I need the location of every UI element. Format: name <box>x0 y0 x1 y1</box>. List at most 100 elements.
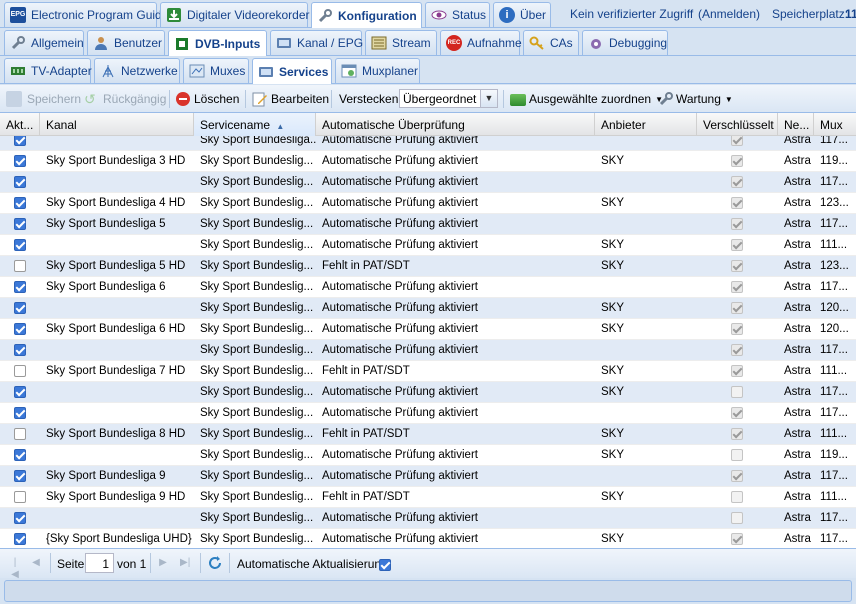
cell-mux[interactable]: 117... <box>814 466 856 487</box>
active-checkbox[interactable] <box>14 281 26 293</box>
active-checkbox[interactable] <box>14 491 26 503</box>
cell-provider[interactable]: SKY <box>595 298 697 319</box>
tab-services[interactable]: Services <box>252 58 332 84</box>
cell-servicename[interactable]: Sky Sport Bundeslig... <box>194 487 316 508</box>
cell-servicename[interactable]: Sky Sport Bundeslig... <box>194 466 316 487</box>
cell-auto-check[interactable]: Automatische Prüfung aktiviert <box>316 235 595 256</box>
cell-mux[interactable]: 117... <box>814 277 856 298</box>
active-checkbox[interactable] <box>14 176 26 188</box>
cell-auto-check[interactable]: Automatische Prüfung aktiviert <box>316 466 595 487</box>
cell-auto-check[interactable]: Fehlt in PAT/SDT <box>316 361 595 382</box>
cell-kanal[interactable] <box>40 403 194 424</box>
cell-mux[interactable]: 117... <box>814 382 856 403</box>
cell-network[interactable]: Astra <box>778 487 814 508</box>
last-page-icon[interactable]: ▶| <box>180 557 190 569</box>
cell-provider[interactable]: SKY <box>595 319 697 340</box>
tab-debugging[interactable]: Debugging <box>582 30 668 55</box>
cell-provider[interactable] <box>595 340 697 361</box>
cell-mux[interactable]: 111... <box>814 424 856 445</box>
cell-servicename[interactable]: Sky Sport Bundeslig... <box>194 214 316 235</box>
table-row[interactable]: Sky Sport Bundeslig... Automatische Prüfu… <box>0 340 856 361</box>
cell-servicename[interactable]: Sky Sport Bundeslig... <box>194 319 316 340</box>
tab-allgemein[interactable]: Allgemein <box>4 30 84 55</box>
table-row[interactable]: {Sky Sport Bundesliga UHD} Sky Sport Bund… <box>0 529 856 548</box>
cell-servicename[interactable]: Sky Sport Bundeslig... <box>194 424 316 445</box>
active-checkbox[interactable] <box>14 533 26 545</box>
cell-network[interactable]: Astra <box>778 340 814 361</box>
tab-tv-adapter[interactable]: TV-Adapter <box>4 58 92 83</box>
cell-servicename[interactable]: Sky Sport Bundeslig... <box>194 382 316 403</box>
table-row[interactable]: Sky Sport Bundeslig... Automatische Prüfu… <box>0 382 856 403</box>
cell-auto-check[interactable]: Automatische Prüfung aktiviert <box>316 340 595 361</box>
table-row[interactable]: Sky Sport Bundesliga 4 HD Sky Sport Bunde… <box>0 193 856 214</box>
cell-servicename[interactable]: Sky Sport Bundeslig... <box>194 298 316 319</box>
prev-page-icon[interactable]: ◀ <box>31 557 41 569</box>
cell-auto-check[interactable]: Fehlt in PAT/SDT <box>316 487 595 508</box>
tab-muxplaner[interactable]: Muxplaner <box>335 58 420 83</box>
tab-epg[interactable]: EPG Electronic Program Guide <box>4 2 168 27</box>
cell-auto-check[interactable]: Automatische Prüfung aktiviert <box>316 403 595 424</box>
cell-provider[interactable] <box>595 214 697 235</box>
cell-network[interactable]: Astra <box>778 508 814 529</box>
cell-mux[interactable]: 117... <box>814 403 856 424</box>
cell-mux[interactable]: 111... <box>814 235 856 256</box>
cell-network[interactable]: Astra <box>778 529 814 548</box>
tab-kanal-epg[interactable]: Kanal / EPG <box>270 30 363 55</box>
cell-servicename[interactable]: Sky Sport Bundeslig... <box>194 445 316 466</box>
col-header-auto-check[interactable]: Automatische Überprüfung <box>316 113 595 136</box>
cell-kanal[interactable]: Sky Sport Bundesliga 6 <box>40 277 194 298</box>
cell-kanal[interactable]: Sky Sport Bundesliga 5 <box>40 214 194 235</box>
cell-provider[interactable]: SKY <box>595 256 697 277</box>
cell-kanal[interactable] <box>40 136 194 151</box>
active-checkbox[interactable] <box>14 260 26 272</box>
first-page-icon[interactable]: |◀ <box>10 557 20 580</box>
cell-provider[interactable] <box>595 136 697 151</box>
cell-mux[interactable]: 111... <box>814 487 856 508</box>
tab-benutzer[interactable]: Benutzer <box>87 30 165 55</box>
tab-netzwerke[interactable]: Netzwerke <box>94 58 180 83</box>
cell-mux[interactable]: 117... <box>814 508 856 529</box>
cell-servicename[interactable]: Sky Sport Bundeslig... <box>194 340 316 361</box>
cell-kanal[interactable]: Sky Sport Bundesliga 3 HD <box>40 151 194 172</box>
active-checkbox[interactable] <box>14 449 26 461</box>
table-row[interactable]: Sky Sport Bundesliga 7 HD Sky Sport Bunde… <box>0 361 856 382</box>
login-link[interactable]: (Anmelden) <box>698 7 760 21</box>
cell-provider[interactable]: SKY <box>595 235 697 256</box>
cell-mux[interactable]: 117... <box>814 340 856 361</box>
active-checkbox[interactable] <box>14 155 26 167</box>
cell-servicename[interactable]: Sky Sport Bundeslig... <box>194 235 316 256</box>
cell-servicename[interactable]: Sky Sport Bundeslig... <box>194 529 316 548</box>
cell-network[interactable]: Astra <box>778 214 814 235</box>
col-header-kanal[interactable]: Kanal <box>40 113 194 136</box>
table-row[interactable]: Sky Sport Bundeslig... Automatische Prüfu… <box>0 235 856 256</box>
cell-mux[interactable]: 117... <box>814 172 856 193</box>
cell-kanal[interactable] <box>40 445 194 466</box>
cell-auto-check[interactable]: Automatische Prüfung aktiviert <box>316 382 595 403</box>
tab-muxes[interactable]: Muxes <box>183 58 249 83</box>
table-row[interactable]: Sky Sport Bundesliga 9 Sky Sport Bundesli… <box>0 466 856 487</box>
tab-konfiguration[interactable]: Konfiguration <box>311 2 422 28</box>
table-row[interactable]: Sky Sport Bundesliga... Automatische Prüf… <box>0 136 856 151</box>
cell-mux[interactable]: 123... <box>814 193 856 214</box>
cell-kanal[interactable]: Sky Sport Bundesliga 6 HD <box>40 319 194 340</box>
cell-auto-check[interactable]: Automatische Prüfung aktiviert <box>316 508 595 529</box>
cell-network[interactable]: Astra <box>778 403 814 424</box>
cell-provider[interactable] <box>595 277 697 298</box>
cell-kanal[interactable]: Sky Sport Bundesliga 9 <box>40 466 194 487</box>
cell-mux[interactable]: 117... <box>814 136 856 151</box>
cell-provider[interactable]: SKY <box>595 151 697 172</box>
table-row[interactable]: Sky Sport Bundesliga 3 HD Sky Sport Bunde… <box>0 151 856 172</box>
cell-kanal[interactable]: Sky Sport Bundesliga 4 HD <box>40 193 194 214</box>
cell-servicename[interactable]: Sky Sport Bundeslig... <box>194 151 316 172</box>
refresh-icon[interactable] <box>207 555 223 571</box>
cell-servicename[interactable]: Sky Sport Bundeslig... <box>194 172 316 193</box>
cell-kanal[interactable] <box>40 298 194 319</box>
table-row[interactable]: Sky Sport Bundesliga 5 Sky Sport Bundesli… <box>0 214 856 235</box>
cell-kanal[interactable]: Sky Sport Bundesliga 5 HD <box>40 256 194 277</box>
table-row[interactable]: Sky Sport Bundeslig... Automatische Prüfu… <box>0 508 856 529</box>
col-header-provider[interactable]: Anbieter <box>595 113 697 136</box>
tab-status[interactable]: Status <box>425 2 490 27</box>
cell-network[interactable]: Astra <box>778 361 814 382</box>
cell-auto-check[interactable]: Automatische Prüfung aktiviert <box>316 298 595 319</box>
maintenance-button[interactable]: Wartung ▼ <box>658 91 733 107</box>
